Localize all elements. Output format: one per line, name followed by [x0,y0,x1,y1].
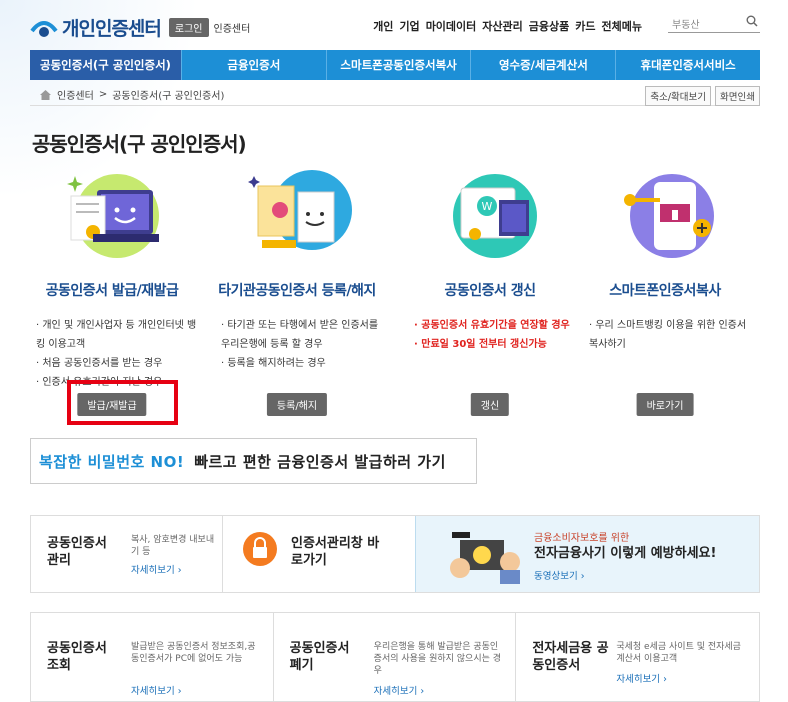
card-title[interactable]: 공동인증서 갱신 [400,280,580,300]
nav-card[interactable]: 카드 [575,18,595,34]
banner-text: 빠르고 편한 금융인증서 발급하러 가기 [194,452,446,471]
login-button[interactable]: 로그인 [168,18,209,37]
card-desc-item: 처음 공동인증서를 받는 경우 [36,354,202,373]
tax-cert-desc: 국세청 e세금 사이트 및 전자세금계산서 이용고객 [616,642,741,665]
print-button[interactable]: 화면인쇄 [715,86,760,106]
tab-financial-cert[interactable]: 금융인증서 [182,50,327,80]
cert-revoke-card: 공동인증서 폐기 우리은행을 통해 발급받은 공동인증서의 사용을 원하지 않으… [274,613,517,701]
tax-cert-title: 전자세금용 공동인증서 [532,641,609,673]
tab-receipt-invoice[interactable]: 영수증/세금계산서 [471,50,617,80]
page-title: 공동인증서(구 공인인증서) [32,132,247,156]
cert-manage-card: 공동인증서 관리 복사, 암호변경 내보내기 등 자세히보기 › [31,516,223,592]
breadcrumb-separator: > [98,89,108,100]
smartphone-illustration-icon [610,170,720,260]
nav-asset[interactable]: 자산관리 [482,18,522,34]
fraud-prevention-promo: 금융소비자보호를 위한 전자금융사기 이렇게 예방하세요! 동영상보기 › [415,516,759,592]
tax-cert-card: 전자세금용 공동인증서 국세청 e세금 사이트 및 전자세금계산서 이용고객 자… [516,613,759,701]
breadcrumb-current: 공동인증서(구 공인인증서) [112,91,225,102]
card-renew: W 공동인증서 갱신 공동인증서 유효기간을 연장할 경우 만료일 30일 전부… [400,170,580,416]
card-title[interactable]: 타기관공동인증서 등록/해지 [207,280,387,300]
search-placeholder: 부동산 [672,20,700,31]
card-desc-item: 만료일 30일 전부터 갱신가능 [414,335,580,354]
breadcrumb: 인증센터 > 공동인증서(구 공인인증서) 축소/확대보기 화면인쇄 [30,84,760,106]
header: 개인인증센터 로그인 인증센터 개인 기업 마이데이터 자산관리 금융상품 카드… [30,0,760,50]
nav-personal[interactable]: 개인 [373,18,393,34]
highlight-box [67,380,178,425]
card-desc-list: 공동인증서 유효기간을 연장할 경우 만료일 30일 전부터 갱신가능 [414,316,580,354]
cert-center-link[interactable]: 인증센터 [214,20,251,35]
card-desc-item: 타기관 또는 타행에서 받은 인증서를 우리은행에 등록 할 경우 [221,316,387,354]
logo-mark-icon [30,17,58,39]
tab-smartphone-copy[interactable]: 스마트폰공동인증서복사 [327,50,472,80]
card-issue: 공동인증서 발급/재발급 개인 및 개인사업자 등 개인인터넷 뱅킹 이용고객 … [22,170,202,416]
tab-public-cert[interactable]: 공동인증서(구 공인인증서) [30,50,182,80]
card-desc-item: 우리 스마트뱅킹 이용을 위한 인증서 복사하기 [589,316,755,354]
cert-services-row: 공동인증서 조회 발급받은 공동인증서 정보조회,공동인증서가 PC에 없어도 … [30,612,760,702]
cert-lookup-title: 공동인증서 조회 [47,641,107,673]
quick-links-row: 공동인증서 관리 복사, 암호변경 내보내기 등 자세히보기 › 인증서관리창 … [30,515,760,593]
promo-subtitle: 금융소비자보호를 위한 [534,533,630,544]
tax-cert-more-link[interactable]: 자세히보기 › [616,671,667,685]
top-nav: 개인 기업 마이데이터 자산관리 금융상품 카드 전체메뉴 [373,18,642,34]
cert-revoke-title: 공동인증서 폐기 [289,641,350,673]
card-register: 타기관공동인증서 등록/해지 타기관 또는 타행에서 받은 인증서를 우리은행에… [207,170,387,416]
card-desc-item: 공동인증서 유효기간을 연장할 경우 [414,316,580,335]
card-smartphone-copy: 스마트폰인증서복사 우리 스마트뱅킹 이용을 위한 인증서 복사하기 바로가기 [575,170,755,416]
search-icon[interactable] [746,15,758,27]
promo-video-link[interactable]: 동영상보기 › [534,568,585,582]
cert-lookup-more-link[interactable]: 자세히보기 › [131,683,182,697]
renew-illustration-icon: W [435,170,545,260]
nav-business[interactable]: 기업 [399,18,419,34]
nav-mydata[interactable]: 마이데이터 [426,18,477,34]
cert-manage-title: 공동인증서 관리 [47,536,107,568]
cert-manage-more-link[interactable]: 자세히보기 › [131,562,182,576]
financial-cert-banner[interactable]: 복잡한 비밀번호 NO! 빠르고 편한 금융인증서 발급하러 가기 [30,438,477,484]
card-desc-item: 등록을 해지하려는 경우 [221,354,387,373]
banner-text-highlight: 복잡한 비밀번호 NO! [39,452,185,471]
card-desc-list: 우리 스마트뱅킹 이용을 위한 인증서 복사하기 [589,316,755,354]
cert-lookup-desc: 발급받은 공동인증서 정보조회,공동인증서가 PC에 없어도 가능 [131,642,256,665]
lock-icon [243,532,277,570]
card-desc-list: 타기관 또는 타행에서 받은 인증서를 우리은행에 등록 할 경우 등록을 해지… [221,316,387,373]
card-desc-item: 개인 및 개인사업자 등 개인인터넷 뱅킹 이용고객 [36,316,202,354]
logo[interactable]: 개인인증센터 로그인 인증센터 [30,14,250,41]
tab-mobile-cert[interactable]: 휴대폰인증서서비스 [616,50,760,80]
cert-revoke-more-link[interactable]: 자세히보기 › [374,683,425,697]
video-promo-icon [440,526,530,588]
cert-window-shortcut[interactable]: 인증서관리창 바로가기 [223,516,415,592]
logo-text: 개인인증센터 [62,18,162,40]
renew-button[interactable]: 갱신 [470,393,510,416]
breadcrumb-home[interactable]: 인증센터 [57,87,94,102]
cert-manage-desc: 복사, 암호변경 내보내기 등 [131,535,215,558]
promo-title: 전자금융사기 이렇게 예방하세요! [534,546,717,561]
home-icon[interactable] [40,89,51,100]
search-input[interactable]: 부동산 [668,13,760,33]
cert-lookup-card: 공동인증서 조회 발급받은 공동인증서 정보조회,공동인증서가 PC에 없어도 … [31,613,274,701]
card-title[interactable]: 공동인증서 발급/재발급 [22,280,202,300]
cert-window-title: 인증서관리창 바로가기 [291,536,380,568]
copy-shortcut-button[interactable]: 바로가기 [636,393,694,416]
svg-text:W: W [482,200,493,213]
issue-illustration-icon [57,170,167,260]
register-illustration-icon [242,170,352,260]
card-title[interactable]: 스마트폰인증서복사 [575,280,755,300]
nav-products[interactable]: 금융상품 [529,18,569,34]
cert-revoke-desc: 우리은행을 통해 발급받은 공동인증서의 사용을 원하지 않으시는 경우 [373,642,502,677]
zoom-button[interactable]: 축소/확대보기 [645,86,712,106]
nav-all-menu[interactable]: 전체메뉴 [602,18,642,34]
main-nav: 공동인증서(구 공인인증서) 금융인증서 스마트폰공동인증서복사 영수증/세금계… [30,50,760,80]
register-button[interactable]: 등록/해지 [266,393,328,416]
